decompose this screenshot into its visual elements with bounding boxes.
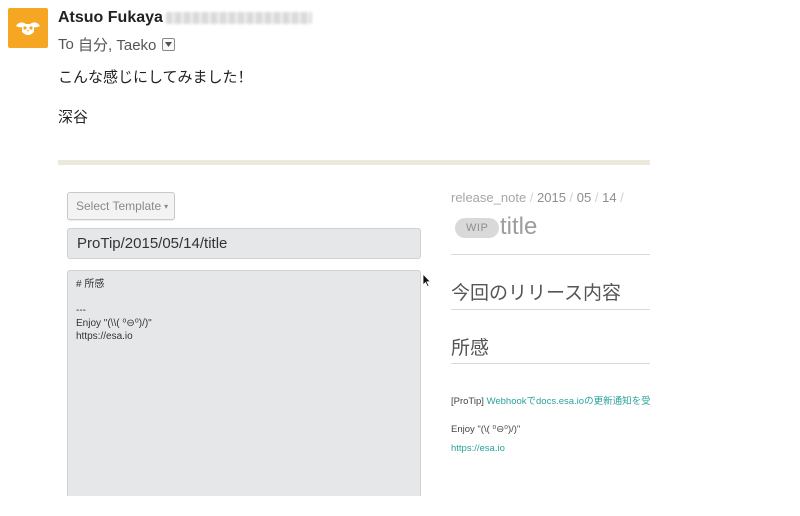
protip-line: [ProTip] Webhookでdocs.esa.ioの更新通知を受	[451, 393, 650, 407]
esa-link: https://esa.io	[451, 443, 505, 454]
wip-badge: WIP	[455, 218, 500, 238]
editor-line: # 所感	[76, 279, 105, 290]
recipients-line: To 自分, Taeko	[58, 34, 176, 55]
recipients-list: 自分, Taeko	[78, 37, 157, 54]
markdown-editor: # 所感 --- Enjoy "(\\( ⁰⊖⁰)/)" https://esa…	[67, 270, 421, 496]
divider	[451, 363, 650, 364]
select-template-button: Select Template ▾	[67, 192, 175, 220]
bird-icon	[16, 22, 40, 35]
preview-heading-release: 今回のリリース内容	[451, 283, 622, 304]
post-title-field: ProTip/2015/05/14/title	[67, 228, 421, 259]
sender-name[interactable]: Atsuo Fukaya	[58, 9, 163, 27]
editor-line: https://esa.io	[76, 331, 133, 342]
breadcrumb-category: release_note	[451, 190, 527, 205]
editor-line: ---	[76, 305, 86, 316]
breadcrumb: release_note / 2015 / 05 / 14 /	[451, 190, 624, 205]
sender-email-redacted	[166, 12, 312, 24]
recipients-prefix: To	[58, 36, 74, 53]
breadcrumb-month: 05	[576, 190, 592, 205]
avatar[interactable]	[8, 8, 48, 48]
email-signature: 深谷	[58, 109, 89, 126]
enjoy-line: Enjoy "(\( ⁰⊖⁰)/)"	[451, 424, 521, 435]
preview-heading-impressions: 所感	[451, 338, 490, 359]
select-template-label: Select Template	[76, 199, 162, 213]
protip-link: Webhookでdocs.esa.ioの更新通知を受	[486, 396, 650, 407]
divider	[451, 309, 650, 310]
email-body-line-1: こんな感じにしてみました！	[58, 69, 253, 86]
protip-prefix: [ProTip]	[451, 396, 484, 407]
editor-line: Enjoy "(\\( ⁰⊖⁰)/)"	[76, 318, 152, 329]
preview-title: title	[500, 213, 538, 240]
breadcrumb-day: 14	[602, 190, 617, 205]
recipient-details-button[interactable]	[162, 38, 176, 51]
embedded-screenshot: Select Template ▾ ProTip/2015/05/14/titl…	[58, 160, 650, 496]
caret-down-icon: ▾	[164, 201, 169, 211]
divider	[451, 254, 650, 255]
mouse-cursor-icon	[422, 273, 432, 287]
chevron-down-icon	[165, 42, 173, 47]
breadcrumb-year: 2015	[537, 190, 566, 205]
